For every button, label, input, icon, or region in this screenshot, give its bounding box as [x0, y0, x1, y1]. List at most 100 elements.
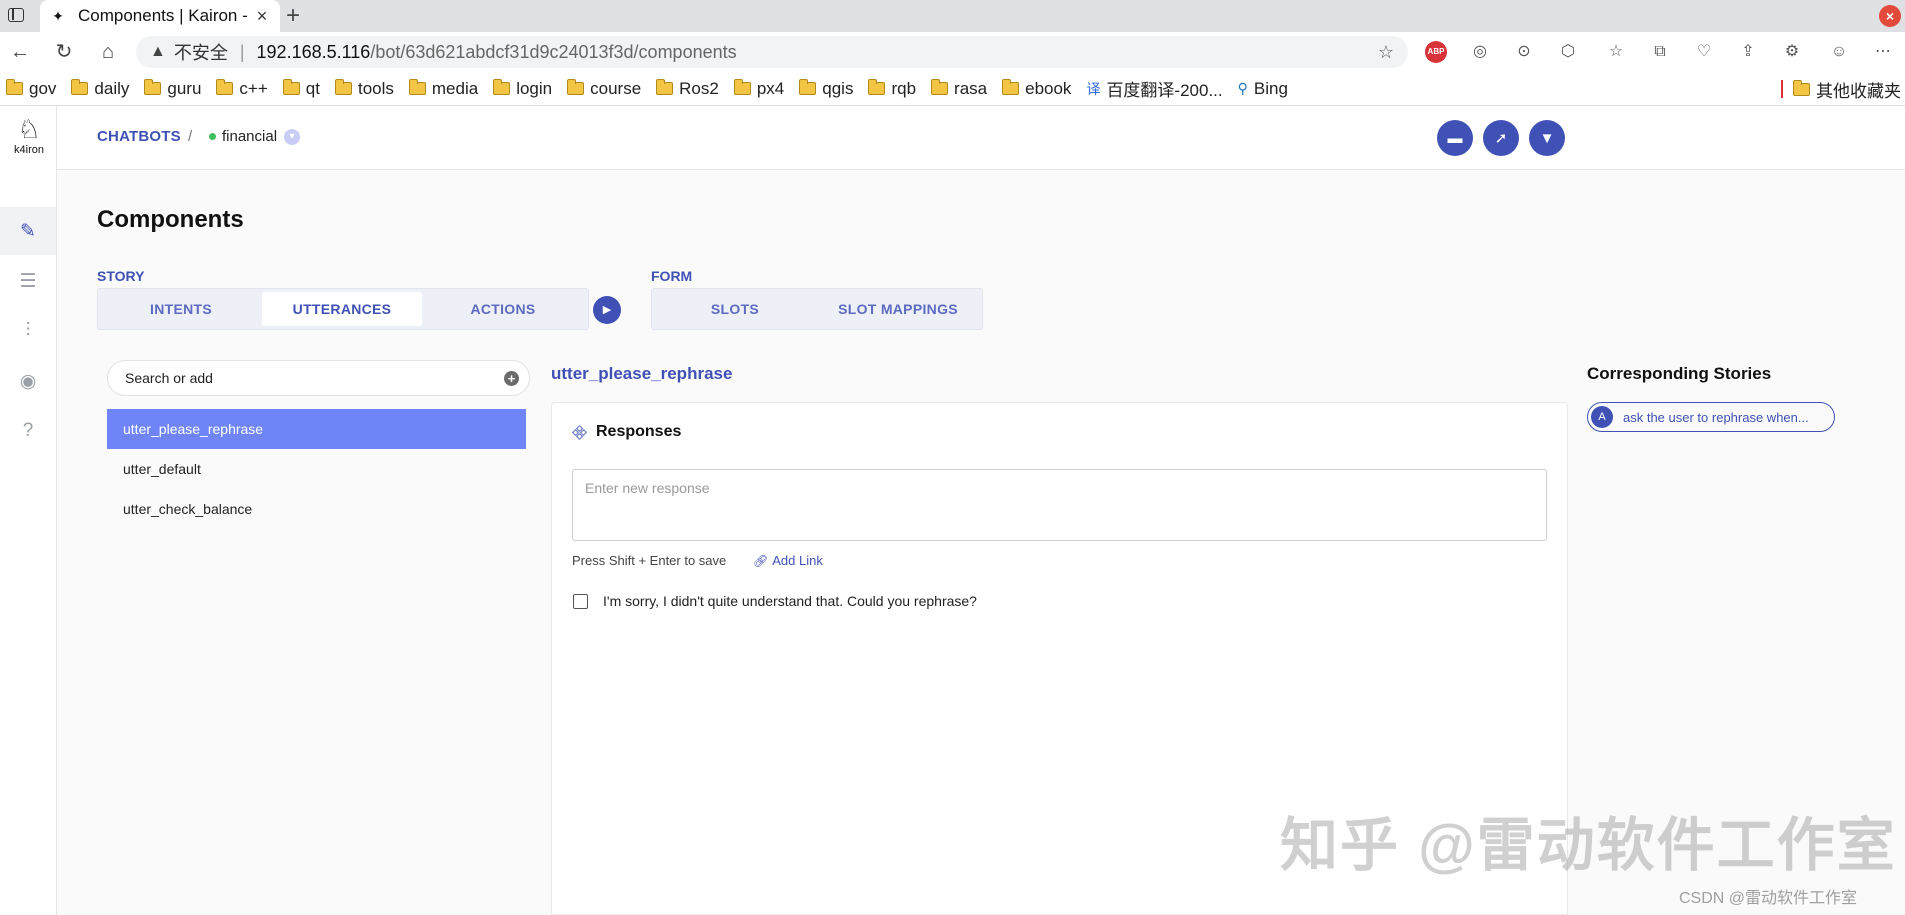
chat-button[interactable]: ▬	[1437, 120, 1473, 156]
bookmark-label: guru	[167, 78, 202, 98]
list-item[interactable]: utter_please_rephrase	[107, 409, 526, 449]
chevron-down-icon[interactable]: ▾	[284, 128, 301, 145]
link-icon: 🔗︎	[753, 553, 769, 568]
nav-preview[interactable]: ◉	[0, 357, 56, 405]
bookmark-label: media	[431, 78, 479, 98]
deploy-button[interactable]: ➚	[1483, 120, 1519, 156]
add-favorite-icon[interactable]: ☆	[1378, 42, 1394, 63]
tab-title: Components | Kairon -	[78, 6, 248, 25]
nav-help[interactable]: ?	[0, 407, 56, 455]
folder-icon	[1793, 79, 1810, 96]
extension-icon[interactable]: ⊙	[1513, 41, 1535, 63]
extension-icon[interactable]: ◎	[1469, 41, 1491, 63]
search-placeholder: Search or add	[125, 370, 213, 386]
help-icon: ?	[22, 420, 34, 441]
add-link-button[interactable]: 🔗︎ Add Link	[753, 553, 823, 568]
tab-actions[interactable]: ACTIONS	[422, 292, 584, 326]
form-tabs: SLOTS SLOT MAPPINGS	[651, 288, 983, 330]
bookmarks-divider	[1781, 80, 1783, 98]
url-host: 192.168.5.116	[256, 41, 371, 62]
sliders-icon: ⫶	[25, 320, 31, 341]
bookmark-rasa[interactable]: rasa	[931, 79, 987, 99]
other-bookmarks[interactable]: 其他收藏夹	[1781, 72, 1901, 106]
train-button[interactable]: ▼	[1529, 120, 1565, 156]
folder-icon	[1002, 79, 1020, 95]
close-tab-icon[interactable]: ×	[254, 6, 270, 27]
nav-edit[interactable]: ✎	[0, 207, 56, 255]
bookmark-qgis[interactable]: qgis	[799, 79, 853, 99]
response-text[interactable]: I'm sorry, I didn't quite understand tha…	[603, 593, 977, 609]
bookmark-label: rasa	[954, 78, 988, 98]
list-item[interactable]: utter_default	[107, 449, 526, 489]
bookmark-bing[interactable]: ⚲ Bing	[1238, 79, 1288, 99]
nav-settings[interactable]: ⫶	[0, 307, 56, 355]
insecure-label: 不安全	[173, 43, 228, 63]
folder-icon	[408, 79, 426, 95]
breadcrumb-chatbots[interactable]: CHATBOTS	[97, 128, 181, 145]
bookmark-media[interactable]: media	[408, 78, 479, 99]
share-icon[interactable]: ⇪	[1737, 41, 1759, 63]
favorites-icon[interactable]: ☆	[1605, 41, 1627, 63]
folder-icon	[799, 79, 817, 95]
rocket-icon: ➚	[1494, 130, 1508, 147]
home-icon[interactable]: ⌂	[96, 40, 120, 64]
bookmark-tools[interactable]: tools	[334, 79, 394, 99]
bookmark-label: c++	[239, 78, 268, 98]
url-path: /bot/63d621abdcf31d9c24013f3d/components	[370, 41, 737, 62]
folder-icon	[71, 79, 89, 95]
kairon-logo[interactable]: ♘ k4iron	[6, 114, 52, 164]
add-link-label: Add Link	[772, 553, 823, 568]
extensions-icon[interactable]: ⬡	[1557, 41, 1579, 63]
tab-intents[interactable]: INTENTS	[100, 292, 262, 326]
corresponding-stories-title: Corresponding Stories	[1587, 364, 1772, 383]
csdn-watermark: CSDN @雷动软件工作室	[1679, 890, 1858, 907]
profile-avatar-icon[interactable]: ☺	[1828, 41, 1850, 63]
responses-icon	[571, 424, 588, 440]
more-menu-icon[interactable]: ⋯	[1872, 41, 1894, 63]
browser-tab[interactable]: ✦ Components | Kairon - ×	[40, 0, 280, 32]
collections-icon[interactable]: ⧉	[1649, 41, 1671, 63]
nav-list[interactable]: ☰	[0, 257, 56, 305]
bookmark-ebook[interactable]: ebook	[1002, 79, 1071, 99]
folder-icon	[931, 79, 949, 95]
bookmark-course[interactable]: course	[567, 79, 641, 99]
folder-icon	[733, 79, 751, 95]
add-circle-icon[interactable]: +	[504, 370, 519, 386]
response-checkbox[interactable]	[573, 593, 588, 609]
tab-slot-mappings[interactable]: SLOT MAPPINGS	[816, 292, 980, 326]
bookmark-login[interactable]: login	[493, 79, 552, 99]
bookmark-label: daily	[94, 78, 130, 98]
bookmark-qt[interactable]: qt	[282, 79, 320, 99]
tab-slots[interactable]: SLOTS	[654, 292, 816, 326]
bookmark-cpp[interactable]: c++	[216, 78, 268, 99]
adblock-icon[interactable]: ABP	[1425, 41, 1447, 63]
new-response-input[interactable]: Enter new response	[572, 469, 1547, 541]
story-chip[interactable]: A ask the user to rephrase when...	[1587, 402, 1835, 432]
tab-actions-icon[interactable]	[8, 8, 24, 22]
tab-utterances[interactable]: UTTERANCES	[262, 292, 422, 326]
bookmark-gov[interactable]: gov	[6, 79, 56, 99]
performance-icon[interactable]: ⚙	[1781, 41, 1803, 63]
new-tab-icon[interactable]: +	[286, 2, 300, 30]
bookmark-guru[interactable]: guru	[144, 79, 201, 99]
list-item[interactable]: utter_check_balance	[107, 489, 526, 529]
search-input[interactable]: Search or add +	[107, 360, 530, 396]
bookmark-baidu-translate[interactable]: 译百度翻译-200...	[1086, 76, 1222, 101]
browser-essentials-icon[interactable]: ♡	[1693, 41, 1715, 63]
reload-icon[interactable]: ↻	[52, 40, 76, 64]
next-tabs-button[interactable]: ▶	[593, 296, 621, 324]
window-close-icon[interactable]: ×	[1879, 5, 1901, 27]
folder-icon	[282, 79, 300, 95]
bookmark-px4[interactable]: px4	[733, 79, 784, 99]
page-title: Components	[97, 206, 244, 233]
paint-roller-icon: ▼	[1539, 129, 1555, 147]
selected-utterance-title[interactable]: utter_please_rephrase	[551, 364, 732, 384]
bookmark-ros2[interactable]: Ros2	[656, 79, 719, 99]
back-icon[interactable]: ←	[8, 40, 32, 64]
pencil-icon: ✎	[20, 220, 36, 242]
bot-selector[interactable]: financial ▾	[209, 128, 301, 145]
bookmark-rqb[interactable]: rqb	[868, 79, 916, 99]
bookmark-daily[interactable]: daily	[71, 79, 129, 99]
address-bar[interactable]: ▲ 不安全 | 192.168.5.116 /bot/63d621abdcf31…	[136, 36, 1408, 68]
folder-icon	[656, 79, 674, 95]
